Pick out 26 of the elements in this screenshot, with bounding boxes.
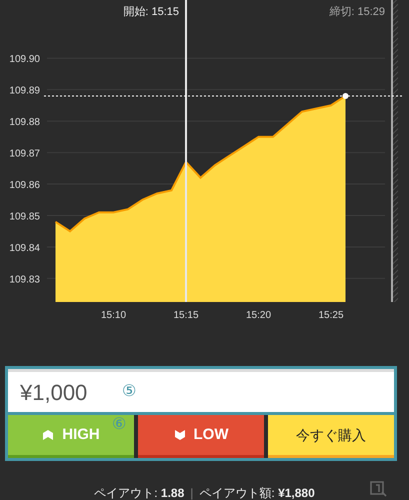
deadline-label: 締切: 15:29 <box>329 6 385 18</box>
low-button[interactable]: LOW <box>138 415 264 458</box>
y-axis-label: 109.88 <box>9 117 40 128</box>
start-time-label: 開始: 15:15 <box>123 6 179 18</box>
y-axis-label: 109.85 <box>9 212 40 222</box>
y-axis-label: 109.86 <box>9 180 40 192</box>
marker-label: ⑤ <box>122 382 136 402</box>
y-axis-label: 109.89 <box>9 86 40 97</box>
y-axis-label: 109.83 <box>9 274 40 286</box>
x-axis-label: 15:10 <box>100 310 126 321</box>
y-axis-label: 109.90 <box>9 54 40 66</box>
x-axis-label: 15:25 <box>318 310 344 321</box>
marker-label: ⑥ <box>112 415 126 435</box>
x-axis-label: 15:15 <box>173 310 199 321</box>
chevron-down-icon <box>174 429 186 441</box>
chevron-up-icon <box>42 429 54 441</box>
window-icon[interactable] <box>369 480 387 498</box>
amount-field[interactable]: ¥1,000 ⑤ <box>8 369 394 412</box>
separator: | <box>190 485 194 500</box>
buy-now-button[interactable]: 今すぐ購入 <box>268 415 394 458</box>
current-price-dot <box>342 92 348 99</box>
payout-rate: ペイアウト: 1.88 <box>94 485 184 500</box>
payout-amount: ペイアウト額: ¥1,880 <box>199 485 315 500</box>
y-axis-label: 109.87 <box>9 148 40 160</box>
y-axis-label: 109.84 <box>9 242 40 254</box>
x-axis-label: 15:20 <box>246 310 272 321</box>
